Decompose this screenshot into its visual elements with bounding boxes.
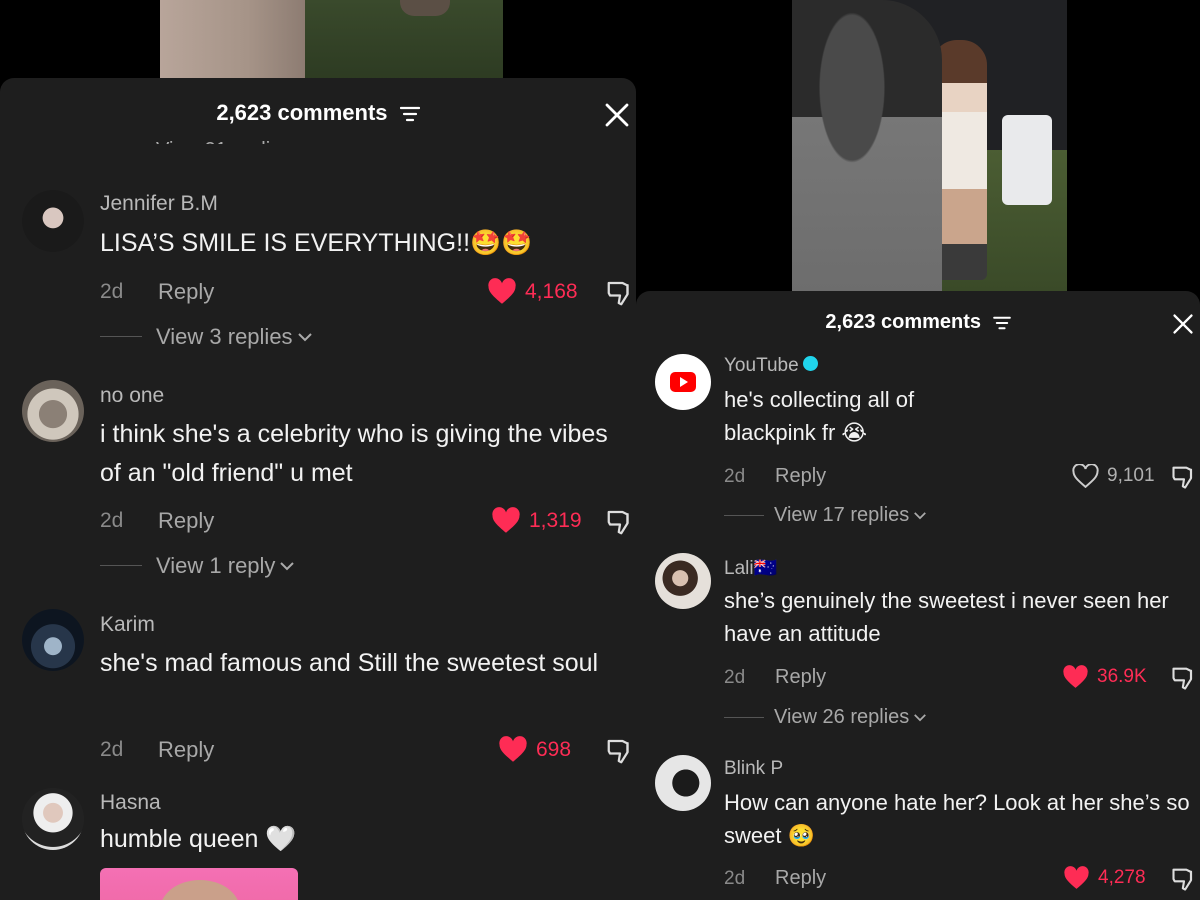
comment-text: i think she's a celebrity who is giving …: [100, 420, 608, 487]
thumbs-down-icon[interactable]: [605, 278, 635, 308]
comment-username[interactable]: Karim: [100, 613, 155, 637]
comments-header: 2,623 comments: [0, 100, 636, 126]
comment-age: 2d: [100, 280, 124, 303]
reply-button[interactable]: Reply: [775, 867, 826, 890]
comment-username[interactable]: no one: [100, 384, 164, 408]
like-count: 36.9K: [1097, 666, 1147, 687]
like-count: 4,278: [1098, 867, 1146, 888]
comments-header: 2,623 comments: [636, 311, 1200, 334]
view-replies-label: View 3 replies: [156, 324, 293, 349]
replies-divider: [724, 717, 764, 718]
view-replies-label: View 26 replies: [774, 706, 910, 728]
like-button[interactable]: 1,319: [491, 507, 582, 534]
close-icon[interactable]: [604, 102, 630, 128]
view-replies-button[interactable]: View 26 replies: [774, 706, 927, 729]
replies-divider: [724, 515, 764, 516]
chevron-down-icon: [914, 714, 927, 722]
username-label: YouTube: [724, 355, 799, 376]
comment-age: 2d: [100, 509, 124, 532]
reply-button[interactable]: Reply: [775, 465, 826, 488]
like-button[interactable]: 4,278: [1063, 866, 1146, 890]
comment-username[interactable]: Lali🇦🇺: [724, 556, 777, 580]
comment-age: 2d: [724, 868, 746, 889]
comment-text: she's mad famous and Still the sweetest …: [100, 649, 599, 677]
thumbs-down-icon[interactable]: [1170, 865, 1198, 893]
comment-username[interactable]: Hasna: [100, 791, 161, 815]
avatar[interactable]: [22, 609, 84, 671]
thumbs-down-icon[interactable]: [1170, 463, 1198, 491]
heart-icon: [1072, 464, 1099, 488]
chevron-down-icon: [297, 333, 312, 342]
like-count: 9,101: [1107, 465, 1155, 486]
comment-text: LISA’S SMILE IS EVERYTHING!!🤩🤩: [100, 229, 533, 257]
heart-icon: [499, 736, 527, 762]
view-replies-label: View 1 reply: [156, 553, 276, 578]
comment-text: she’s genuinely the sweetest i never see…: [724, 588, 1169, 646]
comment-username[interactable]: Blink P: [724, 758, 783, 780]
avatar[interactable]: [22, 380, 84, 442]
reply-button[interactable]: Reply: [158, 508, 214, 534]
filter-icon[interactable]: [992, 316, 1011, 330]
comments-panel-left: 2,623 comments View 21 replies ⌄ Jennife…: [0, 78, 636, 900]
close-icon[interactable]: [1172, 313, 1194, 335]
thumbs-down-icon[interactable]: [1170, 664, 1198, 692]
thumbs-down-icon[interactable]: [605, 736, 635, 766]
replies-divider: [100, 565, 142, 566]
like-button[interactable]: 4,168: [487, 278, 578, 305]
replies-divider: [100, 336, 142, 337]
like-count: 1,319: [529, 508, 582, 532]
view-replies-cutoff[interactable]: View 21 replies ⌄: [156, 130, 314, 144]
heart-icon: [488, 278, 516, 304]
avatar[interactable]: [22, 190, 84, 252]
verified-badge-icon: [802, 356, 818, 372]
comment-text: he's collecting all of blackpink fr 😭: [724, 387, 915, 445]
video-frame-right: [792, 0, 1067, 292]
heart-icon: [1064, 866, 1089, 889]
chevron-down-icon: [914, 512, 927, 520]
avatar[interactable]: [655, 755, 711, 811]
comment-count: 2,623 comments: [825, 311, 982, 333]
thumbs-down-icon[interactable]: [605, 507, 635, 537]
avatar[interactable]: [22, 788, 84, 850]
view-replies-button[interactable]: View 1 reply: [156, 553, 295, 579]
comment-count: 2,623 comments: [216, 100, 388, 125]
comment-age: 2d: [724, 466, 746, 487]
avatar[interactable]: [655, 354, 711, 410]
like-count: 698: [536, 737, 572, 761]
comment-age: 2d: [100, 738, 124, 761]
reply-button[interactable]: Reply: [158, 279, 214, 305]
comment-username[interactable]: YouTube: [724, 355, 818, 377]
like-button[interactable]: 698: [498, 736, 571, 763]
comment-text: How can anyone hate her? Look at her she…: [724, 790, 1190, 848]
reply-button[interactable]: Reply: [158, 737, 214, 763]
heart-icon: [492, 507, 520, 533]
youtube-logo-icon: [670, 372, 696, 392]
view-replies-button[interactable]: View 17 replies: [774, 504, 927, 527]
like-count: 4,168: [525, 279, 578, 303]
filter-icon[interactable]: [399, 106, 420, 122]
comment-username[interactable]: Jennifer B.M: [100, 192, 218, 216]
chevron-down-icon: [280, 562, 295, 571]
like-button[interactable]: 36.9K: [1062, 665, 1147, 689]
view-replies-button[interactable]: View 3 replies: [156, 324, 313, 350]
heart-icon: [1063, 665, 1088, 688]
comments-panel-right: 2,623 comments YouTube he's collecting a…: [636, 291, 1200, 900]
comment-text: humble queen 🤍: [100, 825, 297, 853]
video-frame-left: [160, 0, 503, 80]
like-button[interactable]: 9,101: [1072, 464, 1155, 488]
view-replies-label: View 17 replies: [774, 504, 910, 526]
avatar[interactable]: [655, 553, 711, 609]
sticker-image[interactable]: [100, 868, 298, 900]
comment-age: 2d: [724, 667, 746, 688]
reply-button[interactable]: Reply: [775, 666, 826, 689]
